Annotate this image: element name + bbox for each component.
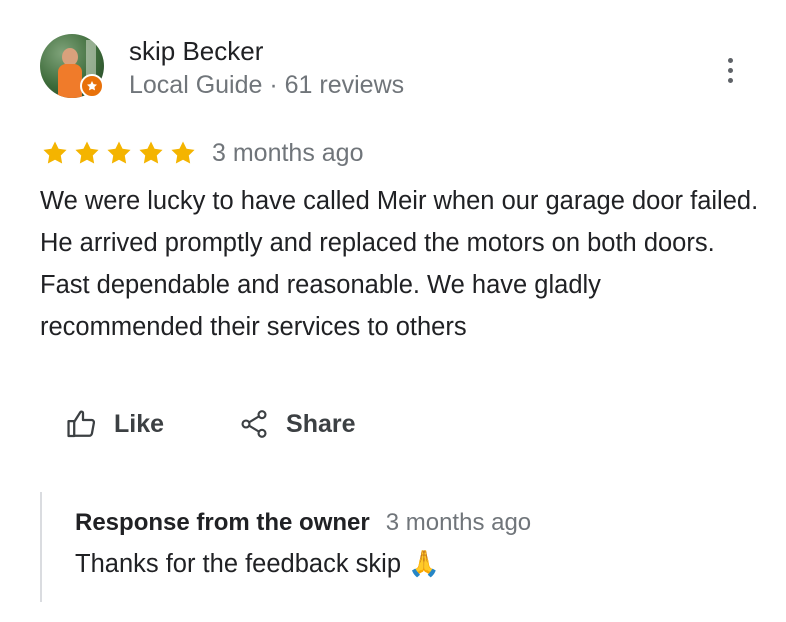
share-button[interactable]: Share bbox=[236, 406, 356, 442]
star-icon bbox=[139, 141, 163, 164]
review-actions: Like Share bbox=[64, 400, 356, 448]
owner-response-header: Response from the owner 3 months ago bbox=[75, 509, 740, 543]
more-options-button[interactable] bbox=[710, 46, 750, 94]
avatar-person-body bbox=[58, 64, 82, 98]
star-icon bbox=[43, 141, 67, 164]
star-icon bbox=[171, 141, 195, 164]
thumbs-up-icon bbox=[64, 406, 100, 442]
owner-response-time: 3 months ago bbox=[385, 509, 532, 536]
star-icon bbox=[75, 141, 99, 164]
more-vert-icon-dot bbox=[727, 77, 733, 83]
owner-response-title: Response from the owner bbox=[75, 509, 370, 536]
review-text: We were lucky to have called Meir when o… bbox=[40, 187, 759, 341]
share-icon bbox=[236, 406, 272, 442]
star-badge-icon bbox=[87, 81, 97, 91]
share-label: Share bbox=[286, 409, 356, 438]
reviewer-header: skip Becker Local Guide · 61 reviews bbox=[40, 34, 760, 100]
rating-row: 3 months ago bbox=[40, 135, 364, 171]
more-vert-icon bbox=[727, 57, 733, 63]
star-rating bbox=[40, 138, 198, 168]
local-guide-badge-icon bbox=[80, 74, 104, 98]
like-label: Like bbox=[114, 409, 165, 438]
star-icon bbox=[107, 141, 131, 164]
reviewer-name[interactable]: skip Becker bbox=[129, 36, 263, 67]
review-time: 3 months ago bbox=[212, 138, 364, 167]
owner-response-text: Thanks for the feedback skip 🙏 bbox=[75, 550, 440, 578]
reviewer-subline[interactable]: Local Guide · 61 reviews bbox=[129, 71, 404, 100]
like-button[interactable]: Like bbox=[64, 406, 164, 442]
more-vert-icon-dot bbox=[727, 67, 733, 73]
owner-response: Response from the owner 3 months ago Tha… bbox=[40, 492, 740, 602]
